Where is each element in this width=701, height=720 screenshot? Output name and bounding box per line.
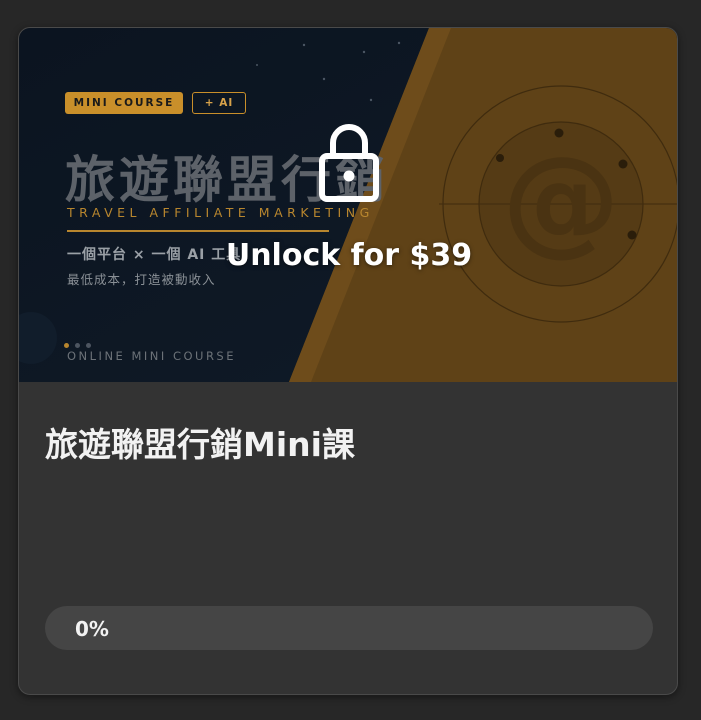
- thumbnail-divider: [67, 230, 329, 232]
- thumbnail-footer: ONLINE MINI COURSE: [67, 349, 236, 363]
- carousel-dot: [64, 343, 69, 348]
- lock-icon: [319, 124, 379, 202]
- thumbnail-subtitle: TRAVEL AFFILIATE MARKETING: [67, 205, 374, 220]
- course-title[interactable]: 旅遊聯盟行銷Mini課: [45, 418, 355, 466]
- course-thumbnail[interactable]: @ MINI COURSE + AI 旅遊聯盟行銷 TRAVEL AFFILIA…: [19, 28, 677, 382]
- course-card[interactable]: @ MINI COURSE + AI 旅遊聯盟行銷 TRAVEL AFFILIA…: [18, 27, 678, 695]
- ai-badge: + AI: [192, 92, 246, 114]
- progress-percentage: 0%: [75, 617, 109, 641]
- mini-course-badge: MINI COURSE: [65, 92, 183, 114]
- carousel-dot: [86, 343, 91, 348]
- unlock-price-label[interactable]: Unlock for $39: [19, 238, 677, 273]
- carousel-dot: [75, 343, 80, 348]
- progress-bar: 0%: [45, 606, 653, 650]
